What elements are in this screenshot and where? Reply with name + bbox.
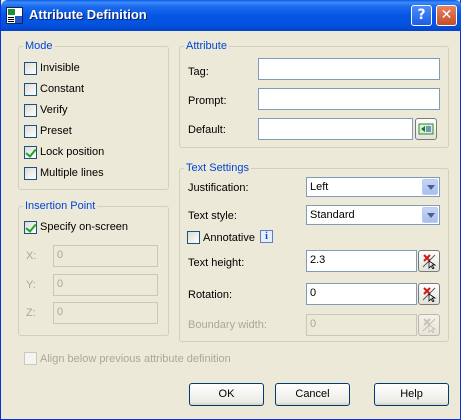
- constant-label: Constant: [40, 83, 85, 95]
- specify-on-screen-checkbox[interactable]: [24, 221, 37, 234]
- verify-checkbox[interactable]: [24, 104, 37, 117]
- preset-checkbox[interactable]: [24, 125, 37, 138]
- specify-on-screen-label: Specify on-screen: [40, 221, 129, 233]
- window-title: Attribute Definition: [29, 7, 147, 22]
- info-icon[interactable]: i: [260, 230, 273, 243]
- default-label: Default:: [188, 124, 226, 136]
- text-style-label: Text style:: [188, 210, 237, 222]
- insert-field-icon: [418, 123, 434, 135]
- align-below-checkbox[interactable]: [24, 352, 37, 365]
- rotation-label: Rotation:: [188, 289, 233, 301]
- mode-legend: Mode: [25, 40, 53, 52]
- rotation-pick-button[interactable]: [418, 283, 440, 305]
- chevron-down-icon[interactable]: [422, 207, 438, 223]
- pick-point-icon: [422, 287, 437, 302]
- tag-input[interactable]: [258, 58, 440, 80]
- x-field[interactable]: 0: [53, 245, 158, 267]
- z-label: Z:: [26, 307, 36, 319]
- attribute-definition-dialog: Attribute Definition ? ✕ Mode Invisible …: [0, 0, 461, 420]
- text-height-label: Text height:: [188, 257, 245, 269]
- preset-label: Preset: [40, 125, 72, 137]
- chevron-down-icon[interactable]: [422, 179, 438, 195]
- text-height-pick-button[interactable]: [418, 250, 440, 272]
- text-settings-legend: Text Settings: [186, 162, 249, 174]
- annotative-label: Annotative: [203, 232, 255, 244]
- boundary-width-label: Boundary width:: [188, 319, 267, 331]
- multiple-lines-checkbox[interactable]: [24, 167, 37, 180]
- multiple-lines-label: Multiple lines: [40, 167, 104, 179]
- align-below-label: Align below previous attribute definitio…: [40, 353, 231, 365]
- title-bar[interactable]: Attribute Definition ? ✕: [1, 0, 461, 31]
- text-style-value: Standard: [310, 209, 355, 221]
- annotative-checkbox[interactable]: [187, 231, 200, 244]
- attribute-legend: Attribute: [186, 40, 227, 52]
- justification-select[interactable]: Left: [306, 177, 440, 197]
- pick-point-icon: [422, 254, 437, 269]
- text-style-select[interactable]: Standard: [306, 205, 440, 225]
- tag-label: Tag:: [188, 66, 209, 78]
- ok-button[interactable]: OK: [189, 383, 264, 406]
- x-label: X:: [26, 250, 37, 262]
- close-icon: ✕: [440, 7, 453, 23]
- z-field[interactable]: 0: [53, 302, 158, 324]
- title-help-button[interactable]: ?: [411, 5, 432, 26]
- insert-field-button[interactable]: [415, 118, 437, 140]
- lock-position-checkbox[interactable]: [24, 146, 37, 159]
- justification-value: Left: [310, 181, 329, 193]
- default-input[interactable]: [258, 118, 413, 140]
- boundary-width-pick-button[interactable]: [418, 314, 440, 336]
- text-height-input[interactable]: 2.3: [306, 250, 417, 272]
- invisible-label: Invisible: [40, 62, 80, 74]
- y-field[interactable]: 0: [53, 274, 158, 296]
- title-close-button[interactable]: ✕: [436, 5, 457, 26]
- attribute-definition-app-icon: [6, 7, 23, 24]
- question-mark-icon: ?: [417, 7, 426, 23]
- boundary-width-input[interactable]: 0: [306, 314, 417, 336]
- insertion-point-legend: Insertion Point: [25, 200, 96, 212]
- cancel-button[interactable]: Cancel: [275, 383, 350, 406]
- pick-point-icon: [422, 318, 437, 333]
- justification-label: Justification:: [188, 182, 249, 194]
- prompt-label: Prompt:: [188, 95, 227, 107]
- rotation-input[interactable]: 0: [306, 283, 417, 305]
- lock-position-label: Lock position: [40, 146, 105, 158]
- help-button[interactable]: Help: [374, 383, 449, 406]
- invisible-checkbox[interactable]: [24, 62, 37, 75]
- verify-label: Verify: [40, 104, 68, 116]
- y-label: Y:: [26, 279, 36, 291]
- constant-checkbox[interactable]: [24, 83, 37, 96]
- prompt-input[interactable]: [258, 88, 440, 110]
